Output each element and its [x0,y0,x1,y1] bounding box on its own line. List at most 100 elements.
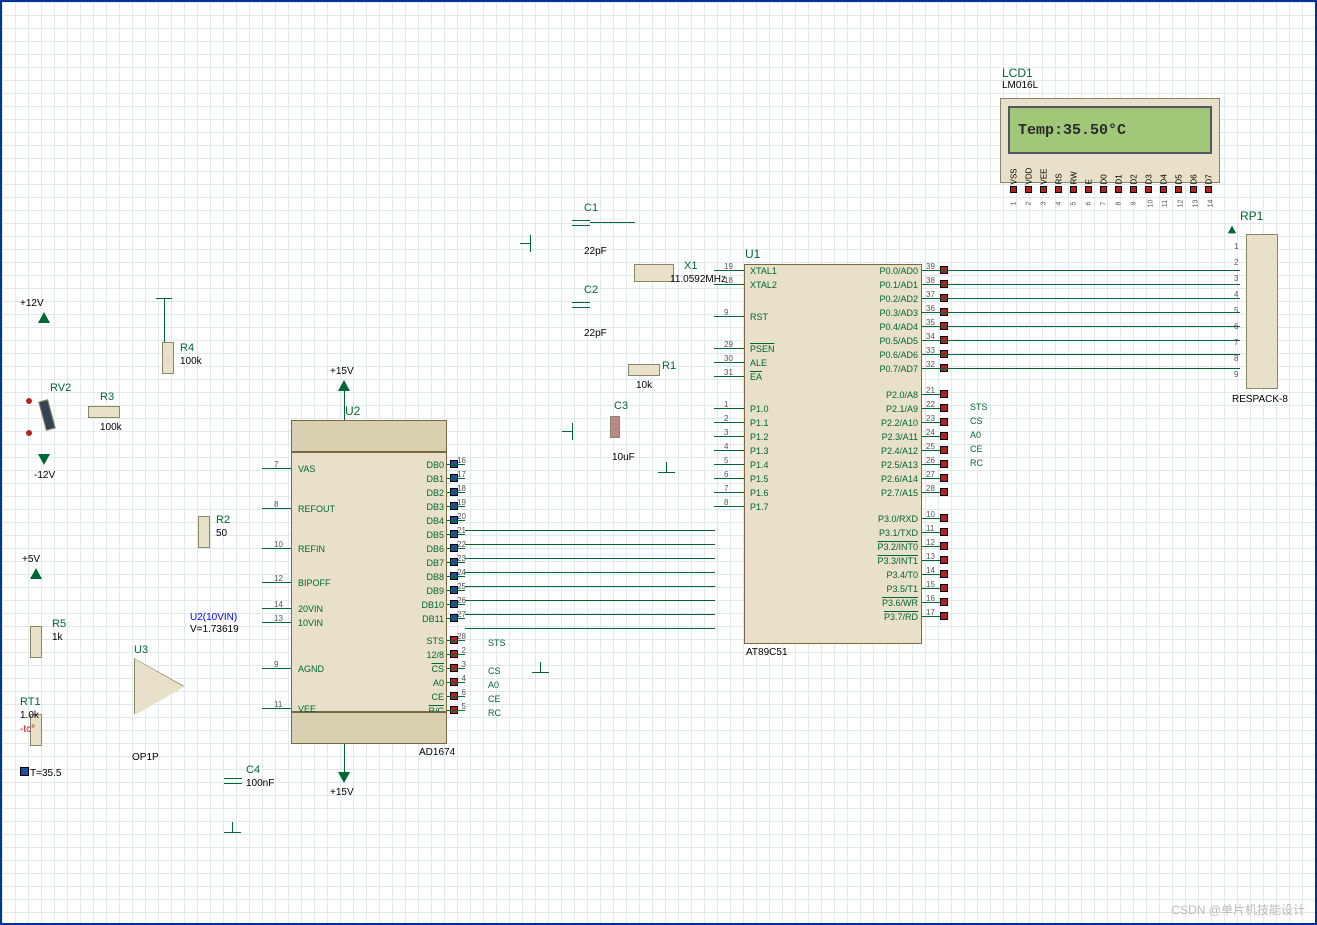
u1-pin-P0.6/AD6: P0.6/AD6 [870,350,918,360]
lcd-ref: LCD1 [1002,66,1033,80]
u2-pin-DB2: DB2 [412,488,444,498]
u2-net-CE: CE [488,694,501,704]
u2-pin-DB7: DB7 [412,558,444,568]
lcd-pin-RS: RS [1055,173,1064,184]
probe-name: U2(10VIN) [190,612,237,623]
r2-ref: R2 [216,514,230,526]
u1-pin-ALE: ALE [750,358,767,368]
u2-pin-VAS: VAS [298,464,315,474]
u1-pin-P3.2/INT0: P3.2/INT0 [870,542,918,552]
u1-net-CE: CE [970,444,983,454]
probe-val: V=1.73619 [190,624,239,635]
u2-vcc-icon [338,380,350,391]
r5-ref: R5 [52,618,66,630]
p0-bus-wire [940,270,1240,271]
rv2-top-dot[interactable] [26,398,32,404]
u2-pin-REFOUT: REFOUT [298,504,335,514]
r5-val: 1k [52,632,63,643]
c3-val: 10uF [612,452,635,463]
r4-val: 100k [180,356,202,367]
u2-net-RC: RC [488,708,501,718]
lcd-pin-RW: RW [1070,171,1079,184]
p12v-icon [38,312,50,323]
c2-ref: C2 [584,284,598,296]
rt1-meas: T=35.5 [30,768,61,779]
u1-pin-P2.7/A15: P2.7/A15 [870,488,918,498]
u2-pin-REFIN: REFIN [298,544,325,554]
u1-pin-P3.0/RXD: P3.0/RXD [870,514,918,524]
p5v-icon [30,568,42,579]
r1 [628,364,660,376]
u2-vcc: +15V [330,366,354,377]
u2-pin-DB11: DB11 [412,614,444,624]
lcd-screen: Temp:35.50°C [1008,106,1212,154]
lcd-pin-D1: D1 [1115,174,1124,184]
lcd-pin-D2: D2 [1130,174,1139,184]
u1-pin-P0.1/AD1: P0.1/AD1 [870,280,918,290]
u2-pin-DB1: DB1 [412,474,444,484]
u1-pin-P1.2: P1.2 [750,432,769,442]
p5v: +5V [22,554,40,565]
u2-net-STS: STS [488,638,506,648]
u2-pin-CE: CE [412,692,444,702]
u2-pin-CS: CS [412,664,444,674]
u1-pin-P2.2/A10: P2.2/A10 [870,418,918,428]
u2-pin-12/8: 12/8 [412,650,444,660]
u1-pin-P3.3/INT1: P3.3/INT1 [870,556,918,566]
u3-ref: U3 [134,644,148,656]
u2-pin-DB5: DB5 [412,530,444,540]
u1-pin-P0.7/AD7: P0.7/AD7 [870,364,918,374]
rp1-ref: RP1 [1240,209,1263,223]
watermark: CSDN @单片机技能设计 [1171,901,1305,918]
u2-pin-DB3: DB3 [412,502,444,512]
r5 [30,626,42,658]
r3-ref: R3 [100,391,114,403]
c4-val: 100nF [246,778,274,789]
u2-net-CS: CS [488,666,501,676]
u1-pin-PSEN: PSEN [750,344,775,354]
rv2-btm-dot[interactable] [26,430,32,436]
rp1-body [1246,234,1278,389]
u1-pin-RST: RST [750,312,768,322]
u2-pin-DB10: DB10 [412,600,444,610]
u2-net-A0: A0 [488,680,499,690]
x1-val: 11.0592MHz [670,274,726,285]
m12v-icon [38,454,50,465]
u1-pin-P2.4/A12: P2.4/A12 [870,446,918,456]
r2-val: 50 [216,528,227,539]
r4-ref: R4 [180,342,194,354]
x1-ref: X1 [684,260,697,272]
lcd-pin-VEE: VEE [1040,168,1049,184]
schematic-canvas[interactable]: LCD1 LM016L Temp:35.50°C VSS 1 VDD 2 VEE… [0,0,1317,925]
u1-pin-P1.3: P1.3 [750,446,769,456]
u1-pin-P3.5/T1: P3.5/T1 [870,584,918,594]
u1-part: AT89C51 [746,647,788,658]
lcd-pin-D7: D7 [1205,174,1214,184]
lcd-display-text: Temp:35.50°C [1018,122,1126,139]
rt1-tc: -tc° [20,724,35,735]
lcd-pin-D0: D0 [1100,174,1109,184]
lcd-pin-E: E [1085,179,1094,184]
u1-pin-XTAL1: XTAL1 [750,266,777,276]
u1-pin-P3.7/RD: P3.7/RD [870,612,918,622]
c3 [610,416,620,438]
u2-ref: U2 [345,404,360,418]
rp1-part: RESPACK-8 [1232,394,1288,405]
u1-pin-P0.4/AD4: P0.4/AD4 [870,322,918,332]
c4-ref: C4 [246,764,260,776]
x1 [634,264,674,282]
r1-val: 10k [636,380,652,391]
u2-vee-icon [338,772,350,783]
u2-pin-A0: A0 [412,678,444,688]
u1-net-RC: RC [970,458,983,468]
u3-body [135,659,184,715]
u1-net-CS: CS [970,416,983,426]
r3-val: 100k [100,422,122,433]
r1-ref: R1 [662,360,676,372]
u1-pin-P0.5/AD5: P0.5/AD5 [870,336,918,346]
u1-pin-P2.6/A14: P2.6/A14 [870,474,918,484]
u2-pin-AGND: AGND [298,664,324,674]
u1-pin-P0.3/AD3: P0.3/AD3 [870,308,918,318]
db-bus-wire [465,530,715,531]
u2-pin-BIPOFF: BIPOFF [298,578,331,588]
